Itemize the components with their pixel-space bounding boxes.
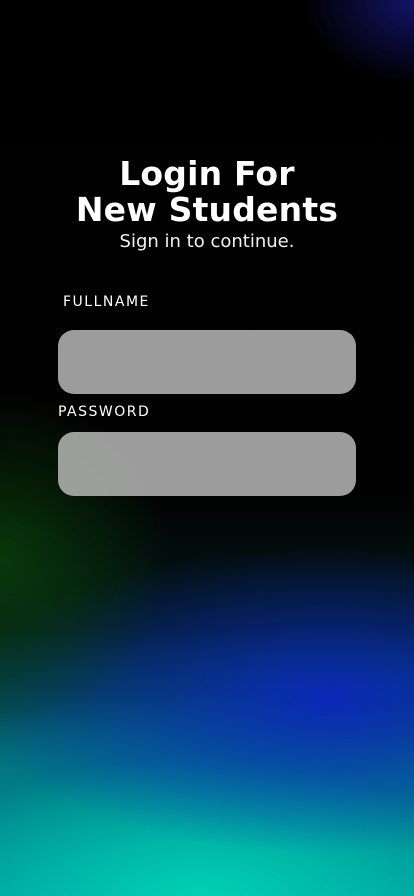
password-input[interactable] — [58, 432, 356, 496]
title-line-2: New Students — [75, 190, 339, 229]
page-subtitle: Sign in to continue. — [119, 231, 295, 252]
title-line-1: Login For — [119, 154, 295, 193]
fullname-input[interactable] — [58, 330, 356, 394]
login-form: Login For New Students Sign in to contin… — [0, 0, 414, 896]
password-label: PASSWORD — [58, 404, 151, 420]
page-title: Login For New Students — [0, 156, 414, 228]
fullname-label: FULLNAME — [63, 294, 150, 310]
login-screen: Login For New Students Sign in to contin… — [0, 0, 414, 896]
